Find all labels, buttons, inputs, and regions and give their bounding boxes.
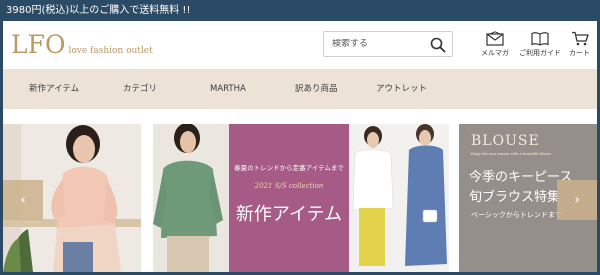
blouse-heading: BLOUSE [471, 133, 540, 149]
blouse-title-2: 旬ブラウス特集 [469, 190, 561, 205]
slide-promo-new[interactable]: 春夏のトレンドから定番アイテムまで 2021 S/S collection 新作… [229, 124, 349, 272]
carousel-prev-button[interactable]: ‹ [3, 180, 43, 220]
mail-icon [486, 31, 504, 46]
site-header: LFO love fashion outlet メルマガ ご利用ガイド カート [3, 21, 597, 69]
nav-item-new-arrivals[interactable]: 新作アイテム [29, 69, 79, 109]
slide-models[interactable] [349, 124, 449, 272]
chevron-left-icon: ‹ [20, 192, 26, 208]
logo-text: LFO [11, 30, 66, 59]
free-shipping-notice: 3980円(税込)以上のご購入で送料無料 !! [6, 5, 191, 16]
search-input[interactable] [324, 39, 424, 49]
model-photo-green [153, 124, 229, 272]
cart-label: カート [569, 49, 590, 57]
newsletter-link[interactable]: メルマガ [481, 31, 509, 58]
guide-link[interactable]: ご利用ガイド [519, 31, 561, 58]
slide-left[interactable]: ‹ [3, 124, 141, 272]
slide-green[interactable] [153, 124, 229, 272]
hero-carousel: ‹ 春夏のトレンドから定番アイテムまで 2021 S/S collection … [3, 124, 597, 272]
chevron-right-icon: › [574, 192, 580, 208]
search-box [323, 31, 453, 57]
nav-item-martha[interactable]: MARTHA [210, 69, 246, 109]
main-nav: 新作アイテム カテゴリ MARTHA 訳あり商品 アウトレット [3, 69, 597, 109]
blouse-caption: ベーシックからトレンドまで [471, 211, 562, 219]
promo-title: 新作アイテム [235, 204, 343, 225]
promo-subheading: 春夏のトレンドから定番アイテムまで [234, 164, 344, 172]
cart-icon [571, 31, 589, 46]
search-icon[interactable] [430, 37, 446, 53]
newsletter-label: メルマガ [481, 49, 509, 57]
guide-label: ご利用ガイド [519, 49, 561, 57]
carousel-next-button[interactable]: › [557, 180, 597, 220]
nav-item-outlet[interactable]: アウトレット [376, 69, 427, 109]
model-photo-duo [349, 124, 449, 272]
cart-link[interactable]: カート [569, 31, 590, 58]
promo-collection: 2021 S/S collection [254, 182, 324, 190]
nav-item-category[interactable]: カテゴリ [123, 69, 157, 109]
blouse-tagline: Enjoy the new season with a beautiful bl… [471, 152, 552, 156]
guide-icon [531, 32, 549, 46]
announcement-bar: 3980円(税込)以上のご購入で送料無料 !! [0, 0, 600, 21]
slide-blouse[interactable]: BLOUSE Enjoy the new season with a beaut… [459, 124, 597, 272]
nav-item-outlet-defect[interactable]: 訳あり商品 [295, 69, 338, 109]
logo-tagline: love fashion outlet [68, 46, 153, 56]
site-logo[interactable]: LFO love fashion outlet [11, 30, 153, 59]
